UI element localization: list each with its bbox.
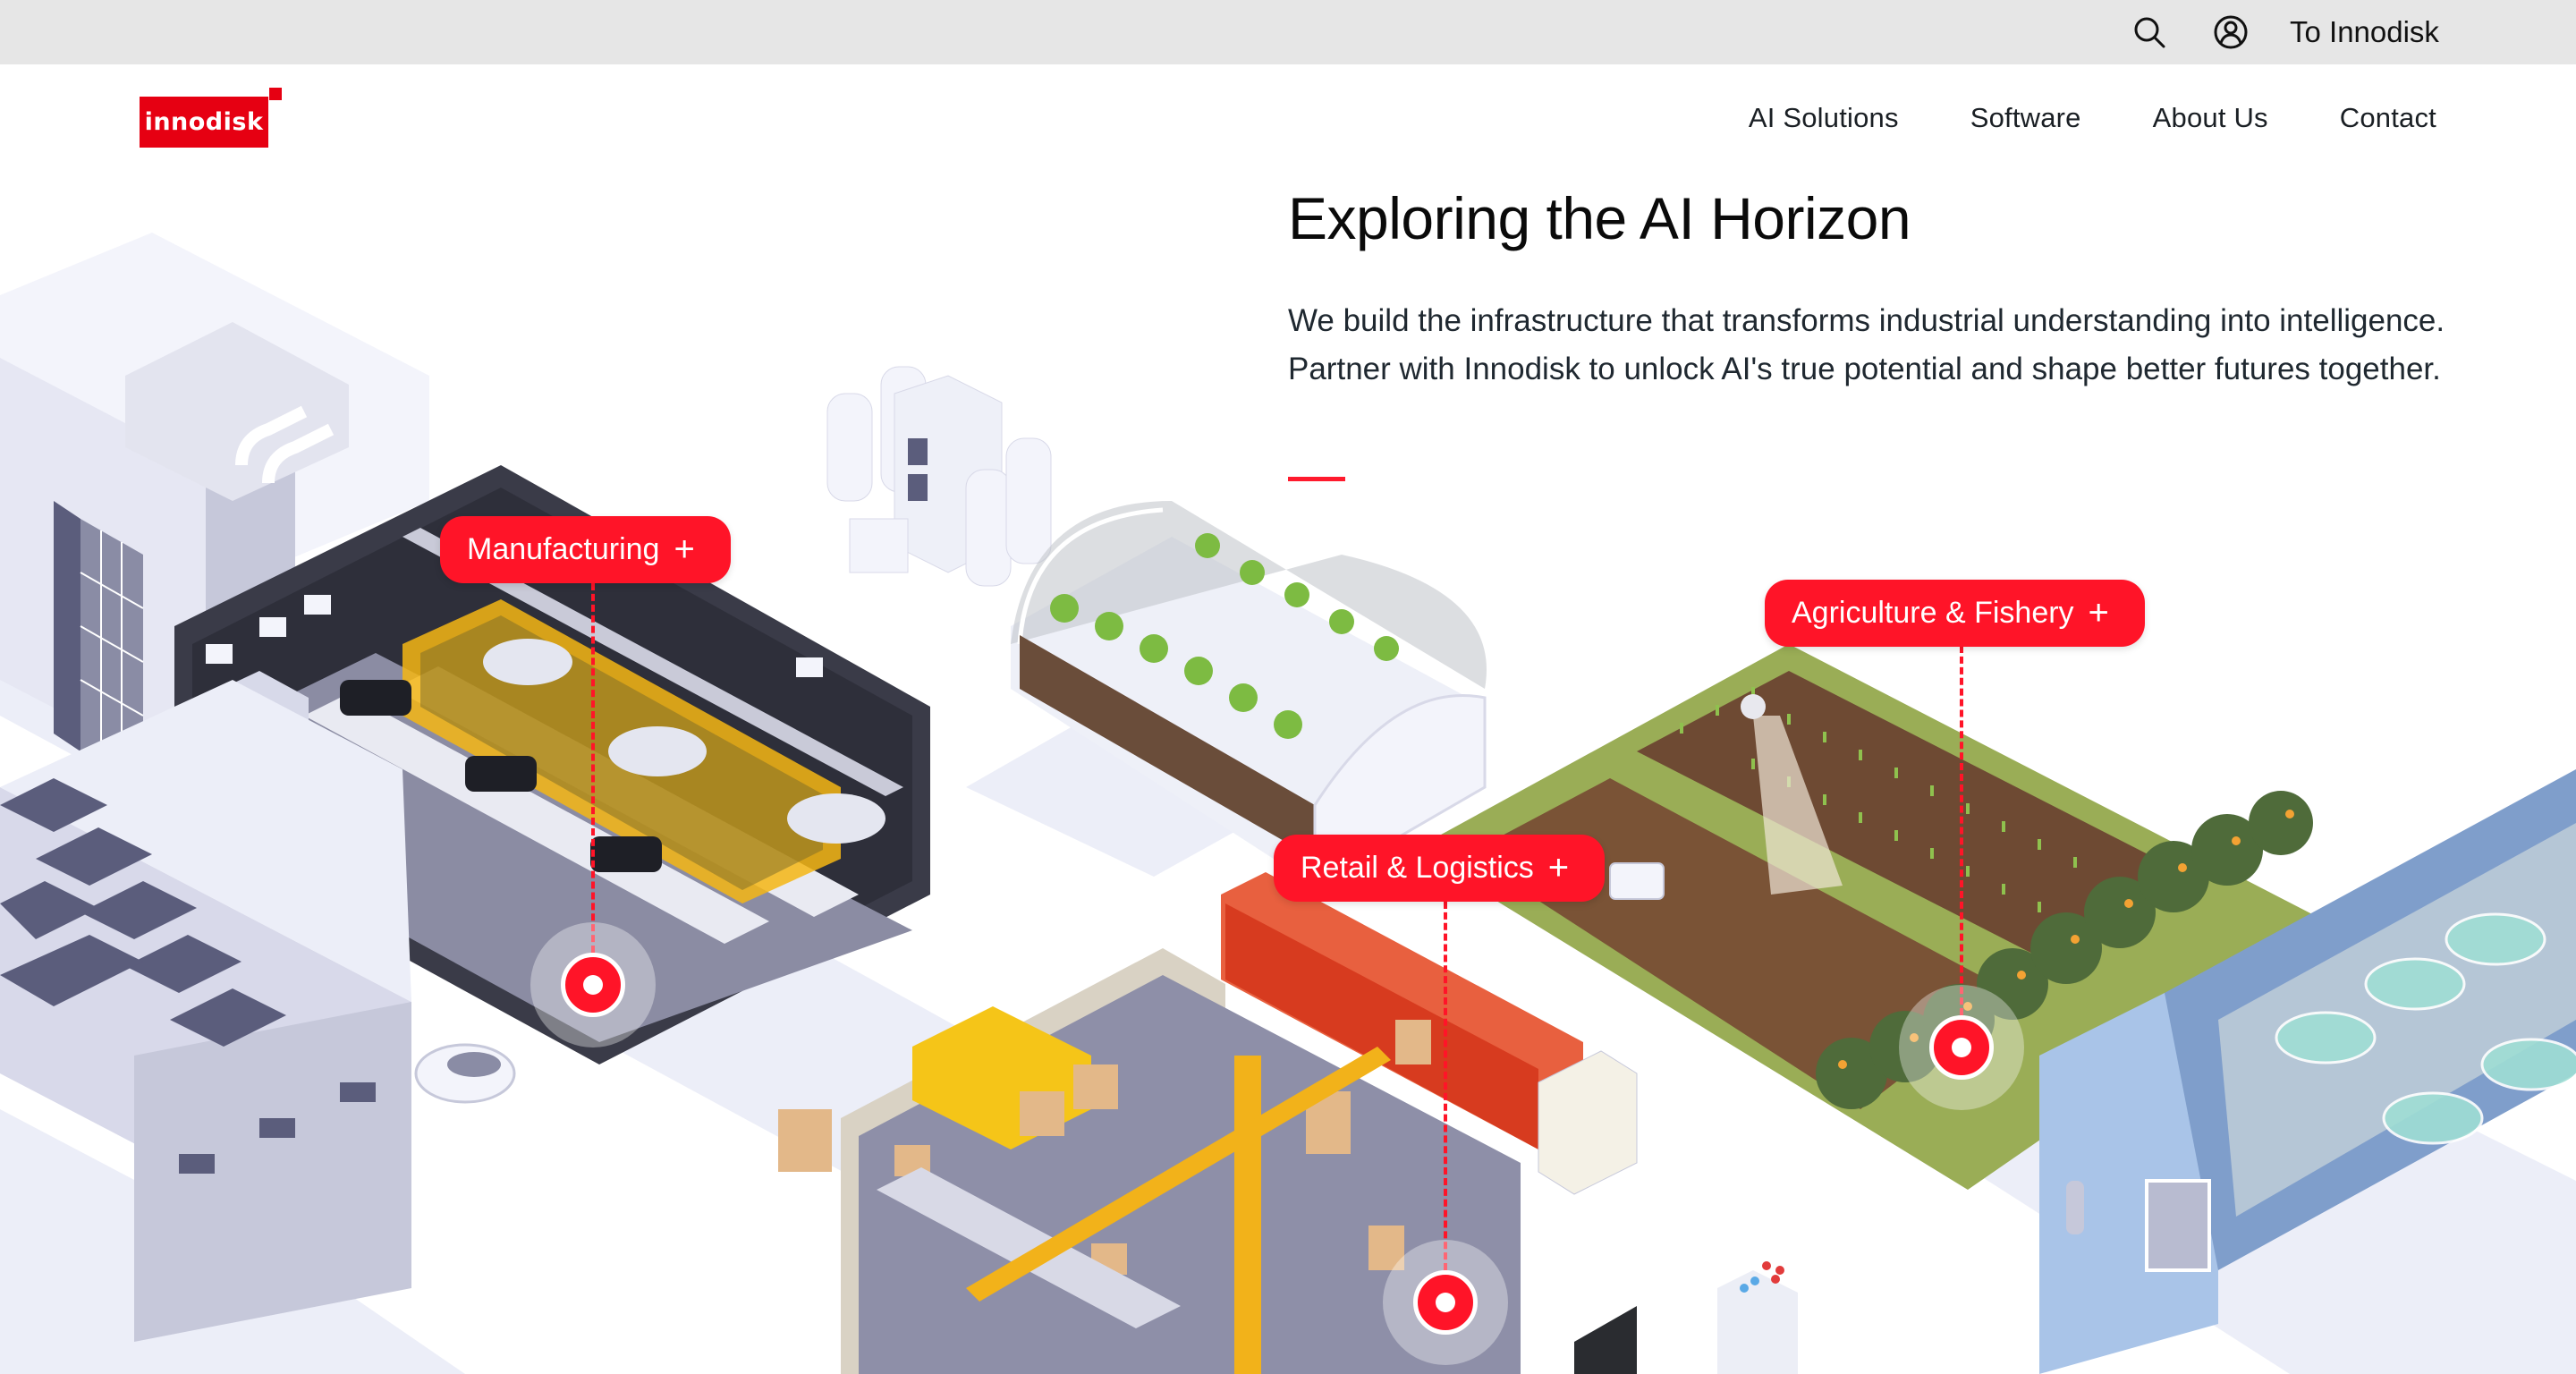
- utility-bar: To Innodisk: [0, 0, 2576, 64]
- accent-divider: [1288, 477, 1345, 481]
- hero-description: We build the infrastructure that transfo…: [1288, 303, 2445, 386]
- manufacturing-hotspot[interactable]: [530, 922, 656, 1047]
- car: [414, 1043, 516, 1104]
- retail-logistics-hotspot[interactable]: [1383, 1240, 1508, 1365]
- hotspot-center-dot: [1436, 1293, 1455, 1312]
- leader-line-retail: [1444, 902, 1447, 1270]
- leader-line-agriculture: [1960, 646, 1963, 1015]
- agriculture-fishery-label: Agriculture & Fishery: [1792, 596, 2074, 630]
- nav-ai-solutions[interactable]: AI Solutions: [1749, 102, 1899, 134]
- plus-icon: +: [674, 530, 695, 569]
- logo-square-mark: [269, 88, 282, 100]
- hero-title: Exploring the AI Horizon: [1288, 185, 1911, 251]
- to-innodisk-link[interactable]: To Innodisk: [2290, 11, 2439, 54]
- nav-contact[interactable]: Contact: [2340, 102, 2436, 134]
- nav-about-us[interactable]: About Us: [2153, 102, 2268, 134]
- hotspot-center-dot: [1952, 1038, 1971, 1057]
- leader-line-manufacturing: [591, 583, 595, 953]
- isometric-city-illustration: [0, 64, 2576, 1374]
- innodisk-logo[interactable]: innodisk: [140, 88, 283, 150]
- search-icon[interactable]: [2130, 13, 2169, 52]
- user-circle-icon[interactable]: [2211, 13, 2250, 52]
- hotspot-center-dot: [583, 975, 603, 995]
- manufacturing-label: Manufacturing: [467, 532, 660, 566]
- plus-icon: +: [2088, 593, 2109, 632]
- agriculture-fishery-hotspot[interactable]: [1899, 985, 2024, 1110]
- plus-icon: +: [1547, 848, 1570, 887]
- retail-logistics-label: Retail & Logistics: [1301, 851, 1534, 885]
- agriculture-fishery-button[interactable]: Agriculture & Fishery +: [1765, 580, 2145, 647]
- manufacturing-button[interactable]: Manufacturing +: [440, 516, 731, 583]
- main-nav: AI Solutions Software About Us Contact: [1749, 97, 2436, 140]
- retail-logistics-button[interactable]: Retail & Logistics +: [1274, 835, 1606, 902]
- logo-wordmark: innodisk: [140, 97, 268, 148]
- nav-software[interactable]: Software: [1970, 102, 2081, 134]
